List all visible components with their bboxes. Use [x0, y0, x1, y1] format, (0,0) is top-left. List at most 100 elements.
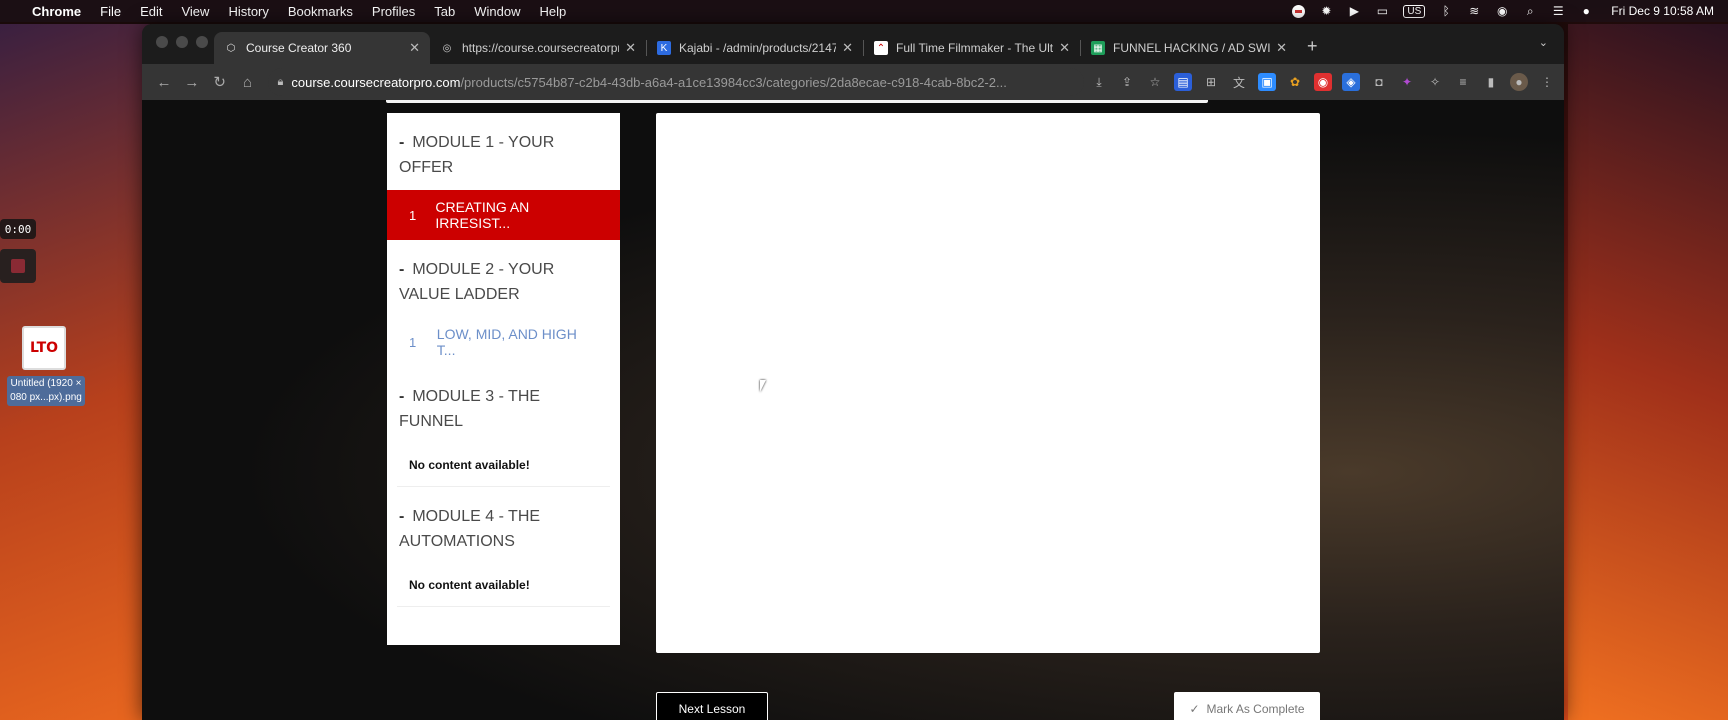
url-path: /products/c5754b87-c2b4-43db-a6a4-a1ce13…: [460, 74, 1007, 90]
menu-profiles[interactable]: Profiles: [372, 4, 415, 19]
lesson-title: LOW, MID, AND HIGH T...: [436, 326, 577, 358]
extension-zoom-icon[interactable]: ▣: [1257, 73, 1276, 91]
extension-translate-icon[interactable]: 文: [1230, 73, 1248, 91]
module-4-header[interactable]: - MODULE 4 - THE AUTOMATIONS: [387, 487, 620, 564]
module-1-header[interactable]: - MODULE 1 - YOUR OFFER: [387, 113, 620, 190]
share-icon[interactable]: ⇪: [1118, 73, 1136, 91]
window-controls: [156, 36, 208, 48]
home-icon[interactable]: ⌂: [234, 68, 262, 96]
input-source-indicator[interactable]: US: [1403, 4, 1426, 18]
extension-blue-icon[interactable]: ▤: [1173, 73, 1192, 91]
tab-close-icon[interactable]: ✕: [1276, 40, 1287, 56]
install-icon[interactable]: ⤓: [1090, 73, 1108, 91]
tab-close-icon[interactable]: ✕: [409, 40, 420, 56]
collapse-dash-icon[interactable]: -: [399, 508, 404, 525]
forward-icon[interactable]: →: [178, 68, 206, 96]
file-thumbnail: LTO: [22, 326, 66, 370]
menubar-clock[interactable]: Fri Dec 9 10:58 AM: [1611, 4, 1714, 18]
bookmark-star-icon[interactable]: ☆: [1146, 73, 1164, 91]
module-title: MODULE 1 - YOUR OFFER: [399, 134, 555, 176]
extension-outline-icon[interactable]: ◈: [1341, 73, 1360, 91]
page-viewport: - MODULE 1 - YOUR OFFER 1 CREATING AN IRR…: [142, 100, 1564, 720]
user-icon[interactable]: ◉: [1495, 4, 1509, 18]
file-label: Untitled (1920 × 080 px...px).png: [7, 376, 85, 406]
tab-funnel-hacking[interactable]: ▦ FUNNEL HACKING / AD SWIPE ✕: [1081, 32, 1297, 64]
control-center-icon[interactable]: ☰: [1551, 4, 1565, 18]
status-area: ✹ ▶ ▭ US ᛒ ≋ ◉ ⌕ ☰ ● Fri Dec 9 10:58 AM: [1292, 4, 1714, 18]
stop-icon: [11, 259, 25, 273]
tab-title: Course Creator 360: [246, 41, 352, 55]
module-2-header[interactable]: - MODULE 2 - YOUR VALUE LADDER: [387, 240, 620, 317]
window-icon[interactable]: ▭: [1375, 4, 1389, 18]
tab-coursecreatorpro[interactable]: ◎ https://course.coursecreatorpro ✕: [430, 32, 646, 64]
screen-record-icon[interactable]: [1292, 4, 1306, 18]
desktop-file[interactable]: LTO Untitled (1920 × 080 px...px).png: [0, 326, 92, 406]
sheets-icon: ▦: [1091, 41, 1105, 55]
filmmaker-icon: ⌃: [874, 41, 888, 55]
menu-file[interactable]: File: [100, 4, 121, 19]
extension-camera-icon[interactable]: ◘: [1370, 73, 1388, 91]
zoom-window-button[interactable]: [196, 36, 208, 48]
collapse-dash-icon[interactable]: -: [399, 261, 404, 278]
menu-edit[interactable]: Edit: [140, 4, 162, 19]
menu-view[interactable]: View: [181, 4, 209, 19]
collapse-dash-icon[interactable]: -: [399, 134, 404, 151]
tab-close-icon[interactable]: ✕: [625, 40, 636, 56]
lesson-item[interactable]: 1 LOW, MID, AND HIGH T...: [387, 317, 620, 367]
tab-close-icon[interactable]: ✕: [842, 40, 853, 56]
collapse-dash-icon[interactable]: -: [399, 388, 404, 405]
tab-search-chevron-icon[interactable]: ⌄: [1539, 36, 1548, 49]
menu-bookmarks[interactable]: Bookmarks: [288, 4, 353, 19]
minimize-window-button[interactable]: [176, 36, 188, 48]
close-window-button[interactable]: [156, 36, 168, 48]
lesson-title: CREATING AN IRRESIST...: [435, 199, 530, 231]
reading-list-icon[interactable]: ≡: [1454, 73, 1472, 91]
extension-purple-icon[interactable]: ✦: [1398, 73, 1416, 91]
back-icon[interactable]: ←: [150, 68, 178, 96]
toolbar-icons: ⤓ ⇪ ☆ ▤ ⊞ 文 ▣ ✿ ◉ ◈ ◘ ✦ ✧ ≡ ▮ ● ⋮: [1090, 73, 1556, 91]
menu-tab[interactable]: Tab: [434, 4, 455, 19]
bluetooth-icon[interactable]: ᛒ: [1439, 4, 1453, 18]
menu-history[interactable]: History: [228, 4, 268, 19]
play-icon[interactable]: ▶: [1347, 4, 1361, 18]
tab-close-icon[interactable]: ✕: [1059, 40, 1070, 56]
tab-kajabi[interactable]: K Kajabi - /admin/products/2147 ✕: [647, 32, 863, 64]
extension-red-icon[interactable]: ◉: [1313, 73, 1332, 91]
module-3-header[interactable]: - MODULE 3 - THE FUNNEL: [387, 367, 620, 444]
tab-title: FUNNEL HACKING / AD SWIPE: [1113, 41, 1271, 55]
address-bar[interactable]: 🔒︎ course.coursecreatorpro.com /products…: [267, 68, 1084, 96]
tabs: ⬡ Course Creator 360 ✕ ◎ https://course.…: [214, 32, 1318, 64]
menu-window[interactable]: Window: [474, 4, 520, 19]
extension-chart-icon[interactable]: ⊞: [1202, 73, 1220, 91]
settings-gear-icon[interactable]: ✹: [1319, 4, 1333, 18]
lock-icon[interactable]: 🔒︎: [278, 76, 284, 89]
new-tab-icon[interactable]: +: [1307, 36, 1318, 64]
mark-complete-button[interactable]: ✓ Mark As Complete: [1174, 692, 1320, 720]
profile-avatar-icon[interactable]: ●: [1509, 73, 1528, 91]
wifi-icon[interactable]: ≋: [1467, 4, 1481, 18]
lesson-content-panel: [656, 113, 1320, 653]
mouse-cursor: [760, 380, 772, 392]
module-title: MODULE 2 - YOUR VALUE LADDER: [399, 261, 555, 303]
next-lesson-button[interactable]: Next Lesson: [656, 692, 768, 720]
tab-course-creator[interactable]: ⬡ Course Creator 360 ✕: [214, 32, 430, 64]
tab-title: Kajabi - /admin/products/2147: [679, 41, 837, 55]
tab-filmmaker[interactable]: ⌃ Full Time Filmmaker - The Ulti ✕: [864, 32, 1080, 64]
side-panel-icon[interactable]: ▮: [1482, 73, 1500, 91]
globe-icon: ◎: [442, 42, 452, 54]
recorder-timer: 0:00: [0, 219, 36, 239]
recorder-stop-button[interactable]: [0, 249, 36, 283]
chrome-menu-icon[interactable]: ⋮: [1538, 73, 1556, 91]
kajabi-icon: K: [657, 41, 671, 55]
menu-app-chrome[interactable]: Chrome: [32, 4, 81, 19]
spotlight-search-icon[interactable]: ⌕: [1523, 4, 1537, 18]
reload-icon[interactable]: ↻: [206, 68, 234, 96]
macos-menubar: Chrome File Edit View History Bookmarks …: [0, 0, 1728, 22]
module-title: MODULE 3 - THE FUNNEL: [399, 388, 541, 430]
extension-color-icon[interactable]: ✿: [1286, 73, 1304, 91]
desktop-wallpaper-right: [1568, 24, 1728, 720]
extensions-puzzle-icon[interactable]: ✧: [1426, 73, 1444, 91]
siri-icon[interactable]: ●: [1579, 4, 1593, 18]
menu-help[interactable]: Help: [540, 4, 567, 19]
lesson-item-active[interactable]: 1 CREATING AN IRRESIST...: [387, 190, 620, 240]
